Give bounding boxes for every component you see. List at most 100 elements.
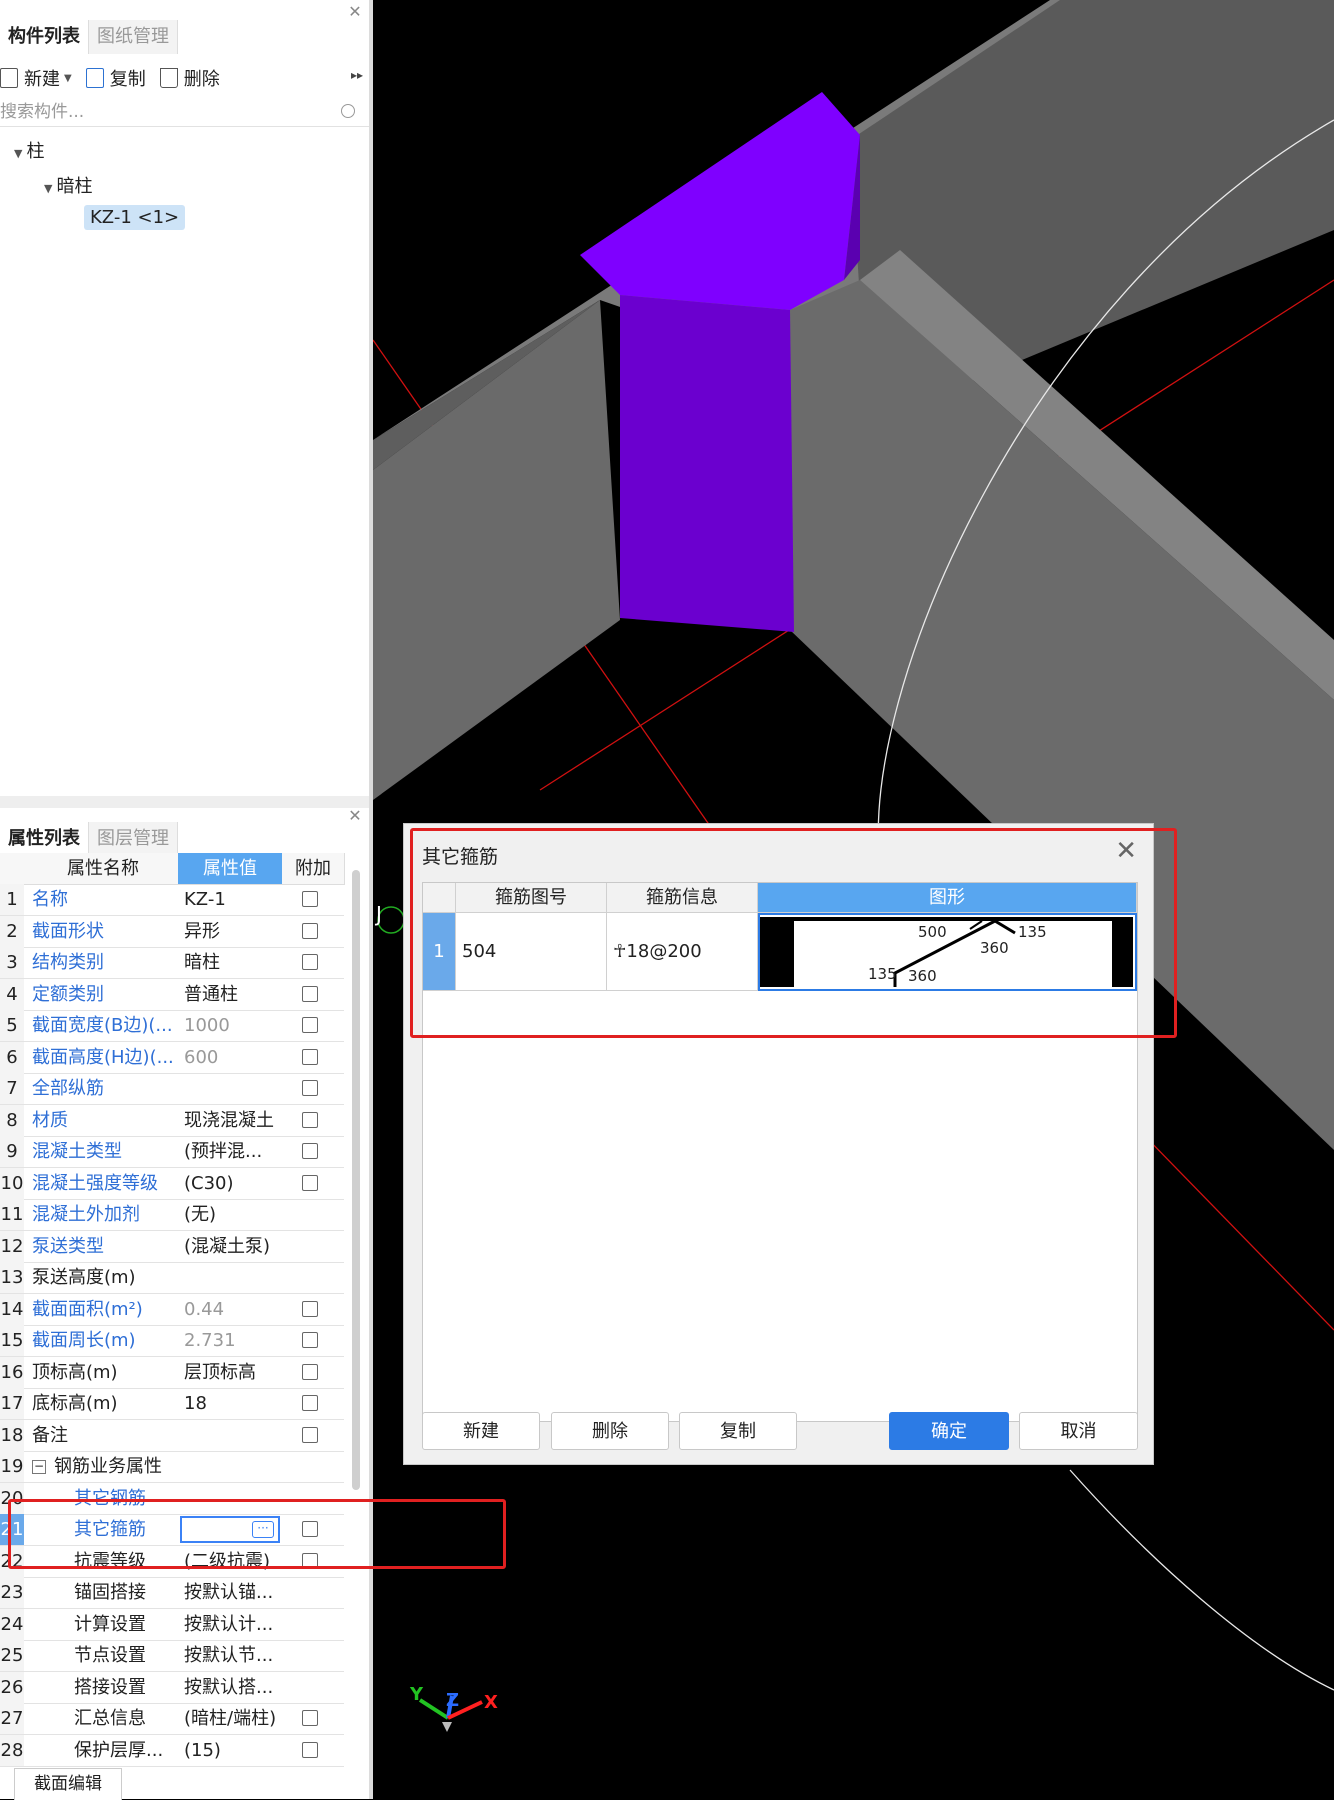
collapse-icon[interactable]: −	[32, 1460, 46, 1474]
property-value[interactable]: 按默认锚...	[184, 1577, 282, 1608]
extra-checkbox[interactable]	[302, 954, 318, 970]
tree-node-hidden-column[interactable]: ▼ 暗柱	[44, 172, 92, 198]
property-value[interactable]: 1000	[184, 1010, 282, 1041]
property-row[interactable]: 25 节点设置 按默认节...	[0, 1640, 344, 1672]
tab-section-edit[interactable]: 截面编辑	[14, 1768, 122, 1800]
ok-button[interactable]: 确定	[889, 1412, 1009, 1450]
property-row[interactable]: 15 截面周长(m) 2.731	[0, 1325, 344, 1357]
property-row[interactable]: 4 定额类别 普通柱	[0, 978, 344, 1011]
extra-checkbox[interactable]	[302, 1111, 318, 1128]
property-value[interactable]: (C30)	[184, 1168, 282, 1199]
property-row[interactable]: 27 汇总信息 (暗柱/端柱)	[0, 1703, 344, 1735]
extra-checkbox[interactable]	[302, 1710, 318, 1726]
expand-triangle-icon[interactable]: ▼	[14, 147, 22, 160]
property-value[interactable]: 按默认计...	[184, 1609, 282, 1640]
property-row[interactable]: 23 锚固搭接 按默认锚...	[0, 1577, 344, 1609]
property-row[interactable]: 3 结构类别 暗柱	[0, 947, 344, 979]
property-value[interactable]: 按默认搭...	[184, 1672, 282, 1703]
tab-drawing-management[interactable]: 图纸管理	[89, 20, 178, 54]
property-value[interactable]	[184, 1073, 282, 1104]
property-name: 混凝土类型	[32, 1136, 177, 1167]
copy-button[interactable]: 复制	[679, 1412, 797, 1450]
property-row[interactable]: 7 全部纵筋	[0, 1073, 344, 1105]
property-value[interactable]: 0.44	[184, 1294, 282, 1325]
more-icon[interactable]: ▸▸	[351, 68, 363, 82]
cancel-button[interactable]: 取消	[1019, 1412, 1138, 1450]
search-input[interactable]: 搜索构件...	[0, 98, 369, 127]
copy-button[interactable]: 复制	[85, 65, 146, 91]
property-row[interactable]: 18 备注	[0, 1419, 344, 1452]
tab-layer-management[interactable]: 图层管理	[89, 822, 178, 856]
extra-checkbox[interactable]	[302, 1741, 318, 1758]
tab-property-list[interactable]: 属性列表	[0, 822, 89, 856]
tree-node-kz1[interactable]: KZ-1 <1>	[84, 205, 186, 230]
property-value[interactable]: (15)	[184, 1735, 282, 1766]
property-value[interactable]: (预拌混...	[184, 1136, 282, 1167]
property-value[interactable]	[184, 1262, 282, 1293]
property-value[interactable]: 600	[184, 1042, 282, 1073]
extra-checkbox[interactable]	[302, 922, 318, 939]
property-row[interactable]: 26 搭接设置 按默认搭...	[0, 1671, 344, 1704]
panel-divider[interactable]	[0, 796, 369, 808]
property-row[interactable]: 14 截面面积(m²) 0.44	[0, 1293, 344, 1326]
property-value[interactable]: (无)	[184, 1199, 282, 1230]
new-button[interactable]: 新建	[422, 1412, 540, 1450]
property-row[interactable]: 28 保护层厚... (15)	[0, 1734, 344, 1767]
extra-checkbox[interactable]	[302, 1048, 318, 1065]
extra-checkbox[interactable]	[302, 1395, 318, 1411]
component-tabbar: 构件列表 图纸管理	[0, 20, 178, 54]
extra-checkbox[interactable]	[302, 1332, 318, 1348]
property-value[interactable]: 层顶标高	[184, 1357, 282, 1388]
property-row[interactable]: 5 截面宽度(B边)(... 1000	[0, 1010, 344, 1042]
property-row[interactable]: 9 混凝土类型 (预拌混...	[0, 1136, 344, 1168]
property-value[interactable]: 2.731	[184, 1325, 282, 1356]
property-row[interactable]: 19− 钢筋业务属性	[0, 1451, 344, 1483]
property-value[interactable]: 普通柱	[184, 979, 282, 1010]
new-button[interactable]: 新建 ▼	[0, 65, 72, 91]
extra-checkbox[interactable]	[302, 985, 318, 1002]
tree-node-column[interactable]: ▼ 柱	[14, 137, 44, 163]
extra-checkbox[interactable]	[302, 1174, 318, 1191]
property-row[interactable]: 12 泵送类型 (混凝土泵)	[0, 1230, 344, 1263]
property-row[interactable]: 17 底标高(m) 18	[0, 1388, 344, 1420]
property-value[interactable]: KZ-1	[184, 884, 282, 915]
property-value[interactable]: (暗柱/端柱)	[184, 1703, 282, 1734]
row-number: 6	[0, 1041, 24, 1073]
property-value[interactable]: 异形	[184, 916, 282, 947]
property-value[interactable]	[184, 1451, 282, 1482]
scrollbar[interactable]	[352, 870, 360, 1490]
extra-checkbox[interactable]	[302, 1426, 318, 1443]
extra-checkbox[interactable]	[302, 1363, 318, 1380]
property-value[interactable]: (混凝土泵)	[184, 1231, 282, 1262]
search-icon[interactable]	[341, 104, 355, 118]
delete-button[interactable]: 删除	[159, 65, 220, 91]
property-value[interactable]: 暗柱	[184, 947, 282, 978]
property-row[interactable]: 24 计算设置 按默认计...	[0, 1608, 344, 1641]
row-number: 5	[0, 1010, 24, 1041]
property-value[interactable]: 18	[184, 1388, 282, 1419]
property-row[interactable]: 1 名称 KZ-1	[0, 884, 344, 916]
expand-triangle-icon[interactable]: ▼	[44, 182, 52, 195]
property-row[interactable]: 6 截面高度(H边)(... 600	[0, 1041, 344, 1074]
property-value[interactable]: 按默认节...	[184, 1640, 282, 1671]
property-name: 截面宽度(B边)(...	[32, 1010, 177, 1041]
property-row[interactable]: 13 泵送高度(m)	[0, 1262, 344, 1294]
property-row[interactable]: 8 材质 现浇混凝土	[0, 1104, 344, 1137]
extra-checkbox[interactable]	[302, 1300, 318, 1317]
extra-checkbox[interactable]	[302, 1143, 318, 1159]
property-row[interactable]: 10 混凝土强度等级 (C30)	[0, 1167, 344, 1200]
tab-component-list[interactable]: 构件列表	[0, 20, 89, 54]
close-icon[interactable]: ✕	[347, 4, 363, 20]
close-icon[interactable]: ✕	[347, 808, 363, 824]
delete-button[interactable]: 删除	[551, 1412, 669, 1450]
property-value[interactable]	[184, 1420, 282, 1451]
property-row[interactable]: 11 混凝土外加剂 (无)	[0, 1199, 344, 1231]
property-row[interactable]: 16 顶标高(m) 层顶标高	[0, 1356, 344, 1389]
extra-checkbox[interactable]	[302, 1017, 318, 1033]
property-row[interactable]: 2 截面形状 异形	[0, 915, 344, 948]
property-value[interactable]: 现浇混凝土	[184, 1105, 282, 1136]
extra-checkbox[interactable]	[302, 891, 318, 907]
chevron-down-icon[interactable]: ▼	[64, 73, 72, 84]
extra-checkbox[interactable]	[302, 1080, 318, 1096]
row-number: 13	[0, 1262, 24, 1293]
